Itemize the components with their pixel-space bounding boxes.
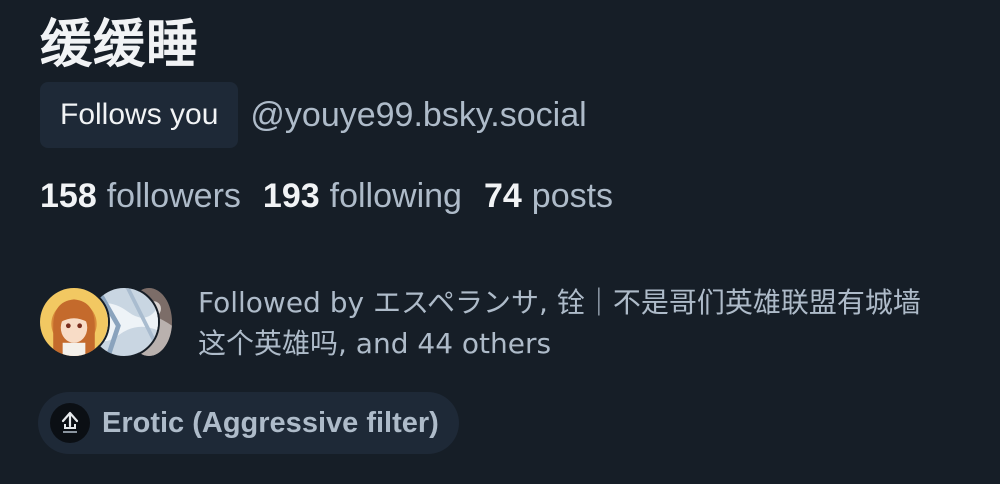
labeler-logo-icon [50,403,90,443]
followers-label: followers [106,176,241,215]
handle-row: Follows you @youye99.bsky.social [40,82,587,148]
posts-count: 74 [483,176,522,215]
known-followers-avatars [38,282,178,360]
following-count: 193 [262,176,320,215]
posts-stat: 74 posts [484,177,613,216]
posts-label: posts [531,176,614,215]
moderation-label-text: Erotic (Aggressive filter) [102,406,439,439]
moderation-label-chip[interactable]: Erotic (Aggressive filter) [38,392,459,454]
followers-stat[interactable]: 158 followers [40,177,241,216]
following-label: following [329,176,462,215]
profile-display-name: 缓缓睡 [40,15,200,75]
profile-handle[interactable]: @youye99.bsky.social [250,96,586,135]
follows-you-badge: Follows you [40,82,239,148]
profile-stats: 158 followers 193 following 74 posts [40,172,635,220]
known-followers[interactable]: Followed by エスペランサ, 铨｜不是哥们英雄联盟有城墙这个英雄吗, … [38,282,938,364]
followers-count: 158 [40,176,97,215]
avatar-anime-girl [38,286,110,358]
following-stat[interactable]: 193 following [263,177,462,216]
known-followers-text: Followed by エスペランサ, 铨｜不是哥们英雄联盟有城墙这个英雄吗, … [198,286,921,360]
